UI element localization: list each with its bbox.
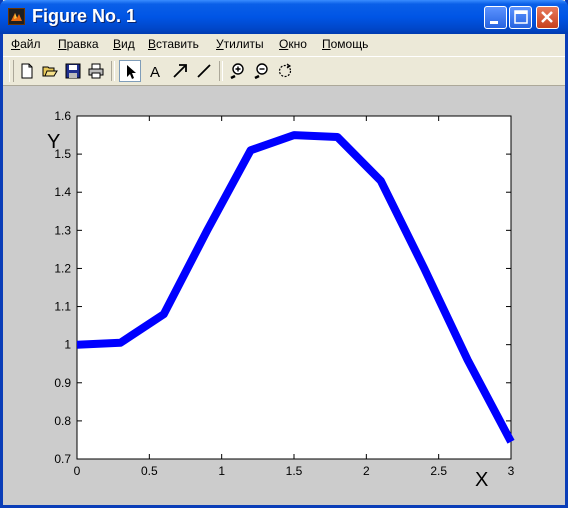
save-icon[interactable] <box>62 60 84 82</box>
menu-view[interactable]: Вид <box>113 37 135 51</box>
y-tick-label: 0.7 <box>54 452 71 466</box>
menu-window[interactable]: Окно <box>279 37 307 51</box>
x-tick-label: 1.5 <box>286 464 303 478</box>
toolbar: A <box>3 56 565 86</box>
arrow-icon[interactable] <box>169 60 191 82</box>
menu-help[interactable]: Помощь <box>322 37 368 51</box>
x-tick-label: 0 <box>74 464 81 478</box>
figure-canvas[interactable]: 0 0.5 1 1.5 2 2.5 3 0.7 0.8 0.9 1 1.1 1.2 1.3 1.4 1.5 1.… <box>3 86 565 505</box>
toolbar-separator <box>111 61 115 81</box>
menu-edit[interactable]: Правка <box>58 37 99 51</box>
text-icon[interactable]: A <box>145 60 167 82</box>
menu-file[interactable]: Файл <box>11 37 41 51</box>
line-chart[interactable]: 0 0.5 1 1.5 2 2.5 30.70.80.911.11.21.31.41.51.… <box>3 86 565 505</box>
y-tick-label: 1.4 <box>54 185 71 199</box>
zoom-in-icon[interactable] <box>226 60 248 82</box>
y-tick-label: 1.6 <box>54 109 71 123</box>
x-tick-label: 0.5 <box>141 464 158 478</box>
x-axis-label: X <box>475 469 488 491</box>
y-tick-label: 1.3 <box>54 223 71 237</box>
open-icon[interactable] <box>39 60 61 82</box>
window-title: Figure No. 1 <box>32 6 137 26</box>
rotate-icon[interactable] <box>274 60 296 82</box>
title-bar[interactable]: Figure No. 1 <box>0 0 568 34</box>
minimize-icon[interactable] <box>484 6 507 29</box>
close-icon[interactable] <box>536 6 559 29</box>
select-arrow-icon[interactable] <box>119 60 141 82</box>
figure-window: Figure No. 1 Файл Правка Вид Вставить Ут… <box>0 0 568 508</box>
line-icon[interactable] <box>193 60 215 82</box>
menu-tools[interactable]: Утилиты <box>216 37 264 51</box>
y-axis-label: Y <box>47 131 60 153</box>
new-icon[interactable] <box>16 60 38 82</box>
x-tick-label: 3 <box>508 464 515 478</box>
menu-bar: Файл Правка Вид Вставить Утилиты Окно По… <box>3 34 565 54</box>
y-tick-label: 0.8 <box>54 414 71 428</box>
y-tick-label: 0.9 <box>54 376 71 390</box>
x-tick-label: 2 <box>363 464 370 478</box>
matlab-app-icon[interactable] <box>8 8 25 25</box>
print-icon[interactable] <box>85 60 107 82</box>
zoom-out-icon[interactable] <box>250 60 272 82</box>
y-tick-label: 1.2 <box>54 261 71 275</box>
toolbar-grip[interactable] <box>9 60 14 82</box>
menu-insert[interactable]: Вставить <box>148 37 199 51</box>
toolbar-separator <box>219 61 223 81</box>
svg-text:A: A <box>150 64 160 79</box>
maximize-icon[interactable] <box>509 6 532 29</box>
axes-box[interactable] <box>76 115 512 460</box>
x-tick-label: 2.5 <box>430 464 447 478</box>
y-tick-label: 1 <box>64 338 71 352</box>
x-tick-label: 1 <box>218 464 225 478</box>
y-tick-label: 1.1 <box>54 300 71 314</box>
